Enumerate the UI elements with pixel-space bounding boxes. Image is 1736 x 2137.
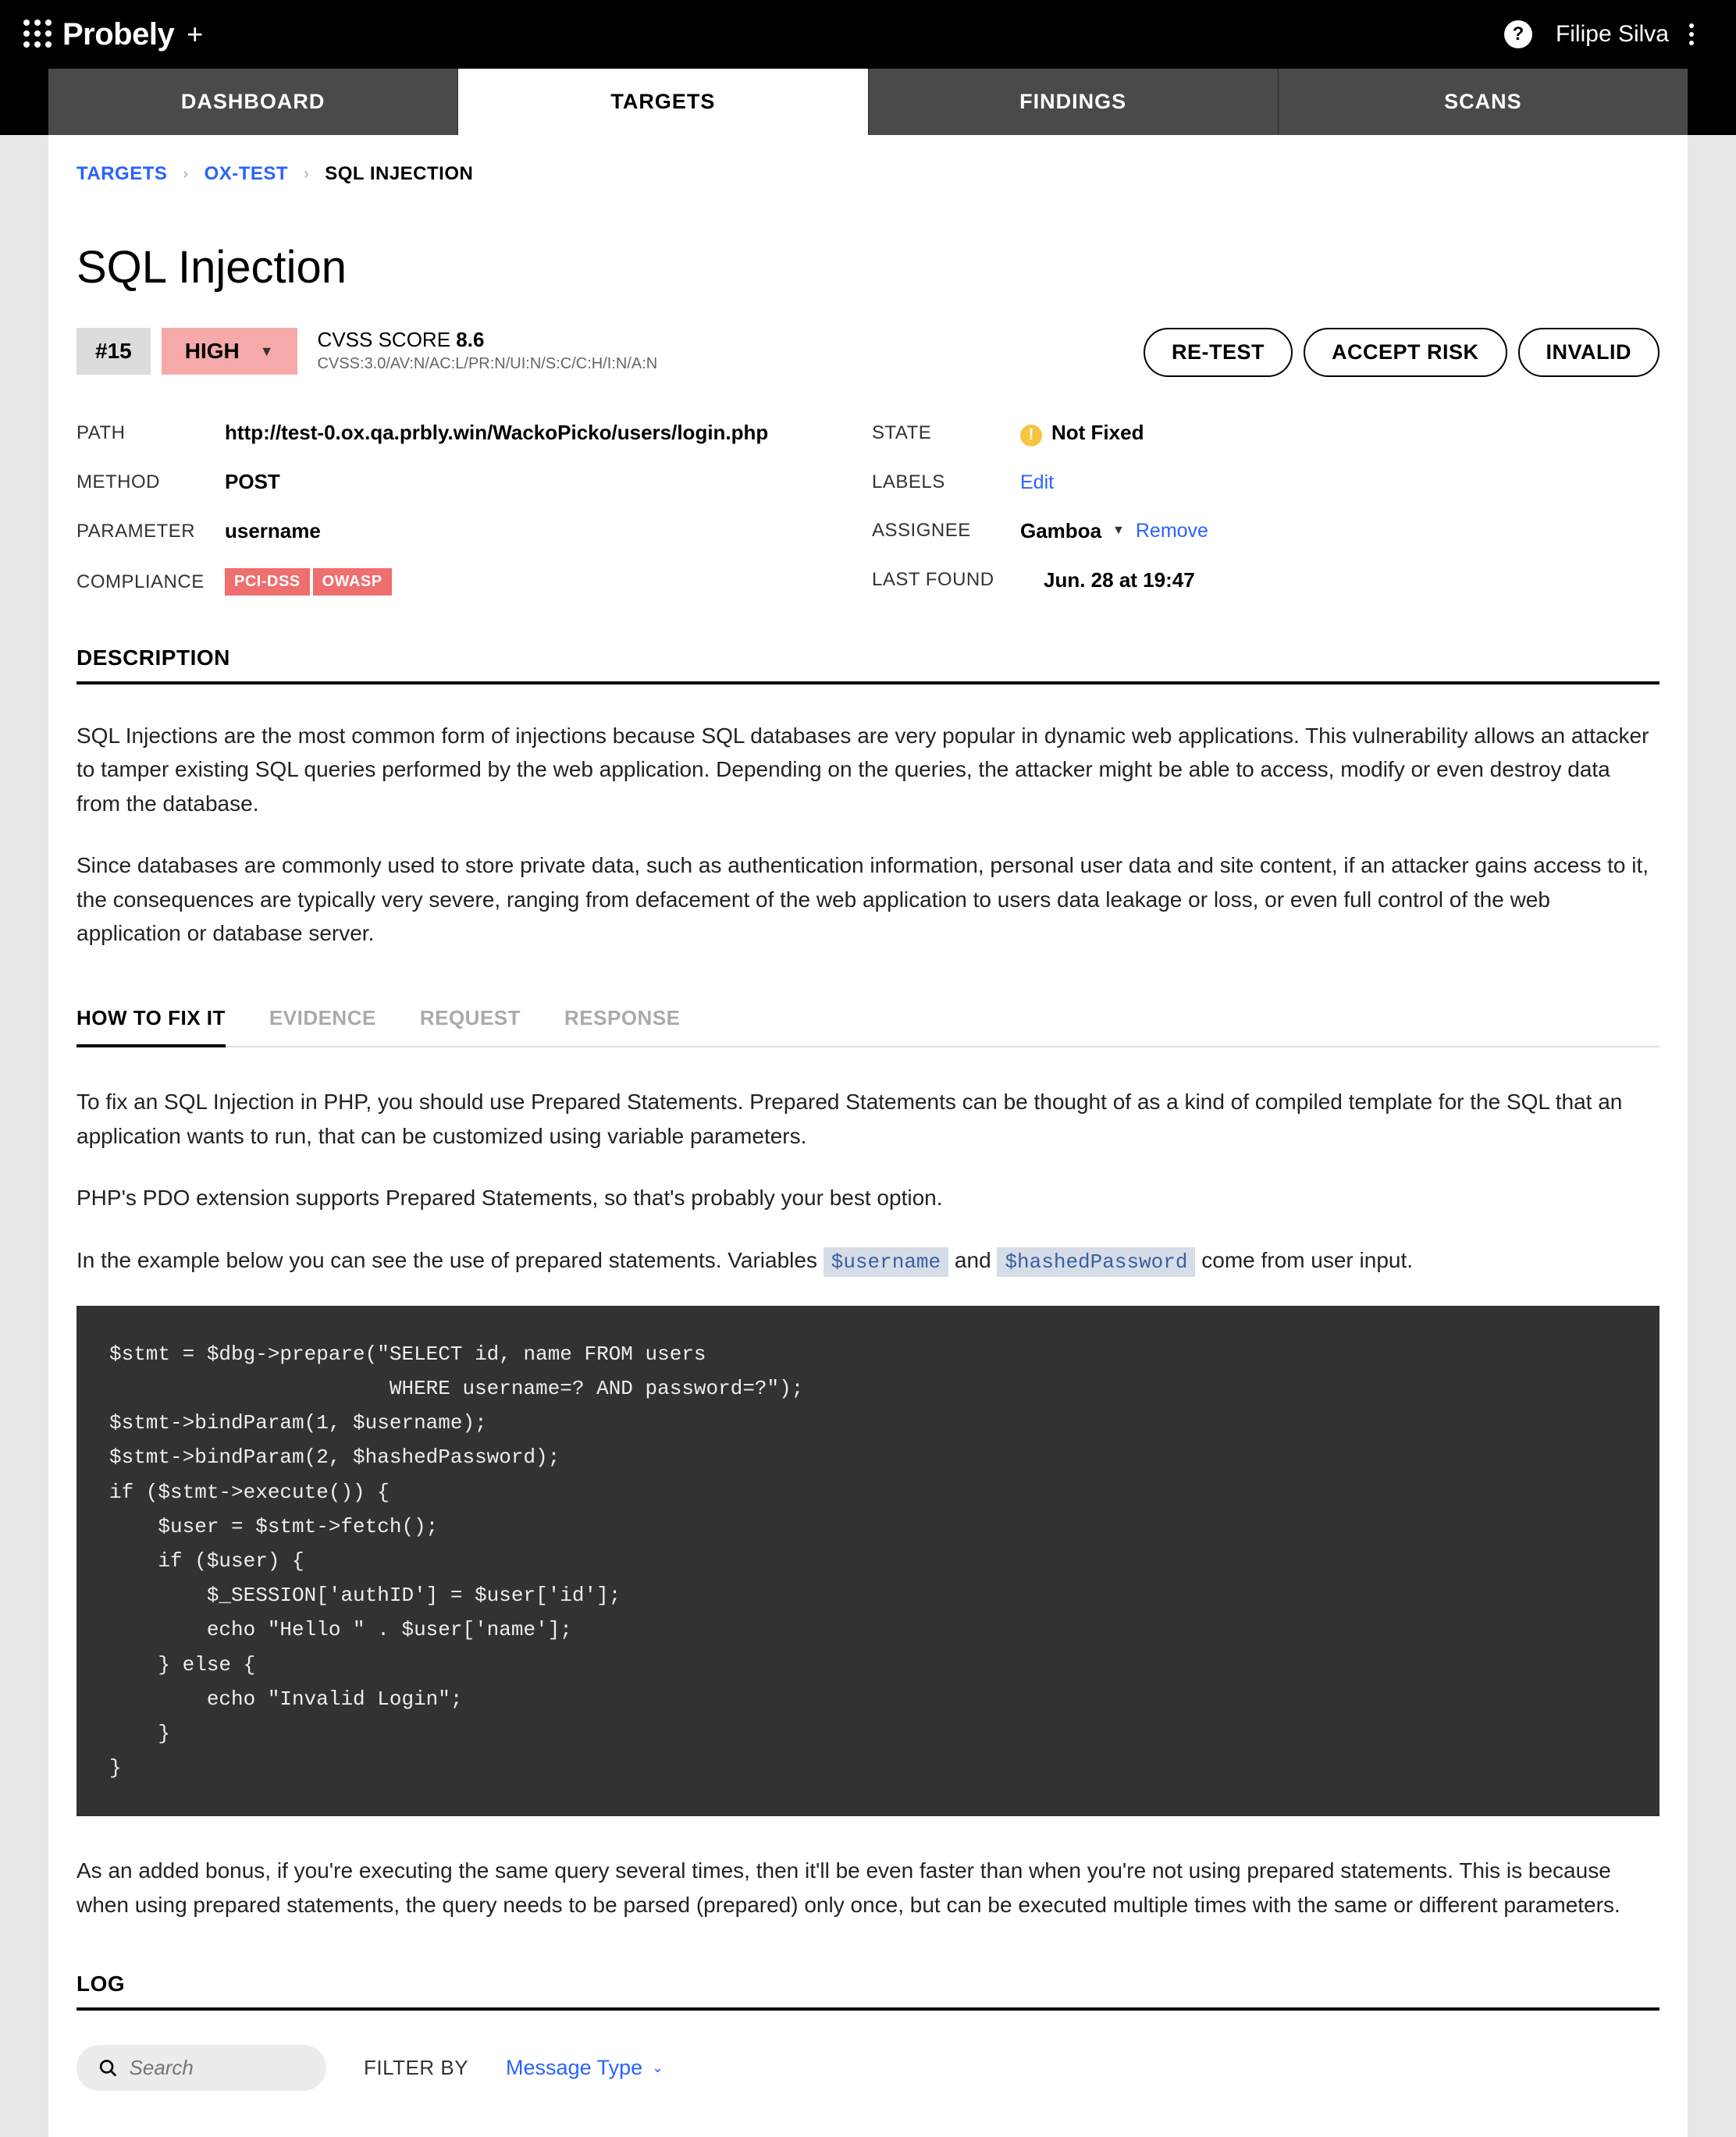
fix-p1: To fix an SQL Injection in PHP, you shou… bbox=[76, 1085, 1660, 1153]
chevron-right-icon: › bbox=[183, 165, 188, 183]
code-var-hashedpw: $hashedPassword bbox=[997, 1247, 1195, 1277]
fix-p4: As an added bonus, if you're executing t… bbox=[76, 1854, 1660, 1922]
lastfound-label: LAST FOUND bbox=[872, 569, 1044, 591]
fix-p3: In the example below you can see the use… bbox=[76, 1243, 1660, 1278]
brand-name: Probely bbox=[62, 17, 174, 52]
parameter-value: username bbox=[225, 519, 321, 543]
assignee-label: ASSIGNEE bbox=[872, 520, 1020, 542]
breadcrumb-project[interactable]: OX-TEST bbox=[205, 163, 289, 185]
subtab-evidence[interactable]: EVIDENCE bbox=[269, 1006, 376, 1046]
filter-by-label: FILTER BY bbox=[364, 2056, 468, 2080]
brand-plus: + bbox=[187, 18, 203, 51]
subtab-response[interactable]: RESPONSE bbox=[564, 1006, 681, 1046]
details: PATH http://test-0.ox.qa.prbly.win/Wacko… bbox=[76, 421, 1660, 596]
content: TARGETS › OX-TEST › SQL INJECTION SQL In… bbox=[48, 135, 1688, 2137]
warning-icon: ! bbox=[1020, 425, 1042, 446]
parameter-label: PARAMETER bbox=[76, 521, 225, 542]
state-value: !Not Fixed bbox=[1020, 421, 1144, 446]
path-label: PATH bbox=[76, 422, 225, 444]
chevron-down-icon[interactable]: ▼ bbox=[1112, 524, 1125, 538]
user-name[interactable]: Filipe Silva bbox=[1556, 21, 1669, 48]
labels-label: LABELS bbox=[872, 471, 1020, 493]
chevron-down-icon: ▼ bbox=[260, 343, 274, 360]
code-var-username: $username bbox=[824, 1247, 948, 1277]
labels-edit-link[interactable]: Edit bbox=[1020, 471, 1054, 494]
retest-button[interactable]: RE-TEST bbox=[1144, 328, 1293, 377]
breadcrumb-targets[interactable]: TARGETS bbox=[76, 163, 167, 185]
log-search[interactable] bbox=[76, 2045, 326, 2091]
breadcrumb-current: SQL INJECTION bbox=[325, 163, 473, 185]
help-icon[interactable]: ? bbox=[1504, 20, 1532, 48]
logo-dots-icon bbox=[23, 20, 53, 49]
severity-dropdown[interactable]: HIGH ▼ bbox=[162, 328, 297, 375]
fix-p2: PHP's PDO extension supports Prepared St… bbox=[76, 1181, 1660, 1214]
kebab-menu-icon[interactable] bbox=[1689, 23, 1694, 45]
log-search-input[interactable] bbox=[130, 2056, 304, 2080]
compliance-label: COMPLIANCE bbox=[76, 571, 225, 593]
tab-targets[interactable]: TARGETS bbox=[458, 69, 868, 135]
tab-findings[interactable]: FINDINGS bbox=[869, 69, 1279, 135]
cvss-vector: CVSS:3.0/AV:N/AC:L/PR:N/UI:N/S:C/C:H/I:N… bbox=[318, 355, 658, 373]
tab-dashboard[interactable]: DASHBOARD bbox=[48, 69, 458, 135]
chevron-right-icon: › bbox=[304, 165, 309, 183]
chevron-down-icon: ⌄ bbox=[652, 2060, 663, 2076]
topbar: Probely + ? Filipe Silva bbox=[0, 0, 1736, 69]
section-description: DESCRIPTION bbox=[76, 645, 1660, 684]
path-value: http://test-0.ox.qa.prbly.win/WackoPicko… bbox=[225, 421, 768, 445]
badge-owasp: OWASP bbox=[313, 568, 392, 596]
method-label: METHOD bbox=[76, 471, 225, 493]
brand-logo[interactable]: Probely + bbox=[23, 17, 203, 52]
lastfound-value: Jun. 28 at 19:47 bbox=[1044, 568, 1195, 592]
subtab-howtofix[interactable]: HOW TO FIX IT bbox=[76, 1006, 226, 1047]
accept-risk-button[interactable]: ACCEPT RISK bbox=[1304, 328, 1507, 377]
cvss-score: CVSS SCORE 8.6 bbox=[318, 328, 658, 352]
finding-id-badge: #15 bbox=[76, 328, 151, 375]
severity-label: HIGH bbox=[185, 339, 240, 364]
summary-row: #15 HIGH ▼ CVSS SCORE 8.6 CVSS:3.0/AV:N/… bbox=[76, 328, 1660, 377]
description-p1: SQL Injections are the most common form … bbox=[76, 719, 1660, 820]
assignee-remove-link[interactable]: Remove bbox=[1136, 520, 1208, 542]
breadcrumb: TARGETS › OX-TEST › SQL INJECTION bbox=[76, 163, 1660, 185]
filter-message-type[interactable]: Message Type ⌄ bbox=[506, 2056, 663, 2080]
description-p2: Since databases are commonly used to sto… bbox=[76, 848, 1660, 950]
state-label: STATE bbox=[872, 422, 1020, 444]
main-nav: DASHBOARD TARGETS FINDINGS SCANS bbox=[0, 69, 1736, 135]
invalid-button[interactable]: INVALID bbox=[1518, 328, 1660, 377]
sub-tabs: HOW TO FIX IT EVIDENCE REQUEST RESPONSE bbox=[76, 1006, 1660, 1047]
page-title: SQL Injection bbox=[76, 241, 1660, 293]
code-example: $stmt = $dbg->prepare("SELECT id, name F… bbox=[76, 1306, 1660, 1816]
method-value: POST bbox=[225, 470, 280, 494]
log-controls: FILTER BY Message Type ⌄ bbox=[76, 2045, 1660, 2091]
tab-scans[interactable]: SCANS bbox=[1279, 69, 1688, 135]
subtab-request[interactable]: REQUEST bbox=[420, 1006, 521, 1046]
search-icon bbox=[98, 2057, 119, 2080]
section-log: LOG bbox=[76, 1972, 1660, 2011]
badge-pci-dss: PCI-DSS bbox=[225, 568, 310, 596]
assignee-value: Gamboa bbox=[1020, 519, 1101, 543]
compliance-badges: PCI-DSS OWASP bbox=[225, 568, 392, 596]
